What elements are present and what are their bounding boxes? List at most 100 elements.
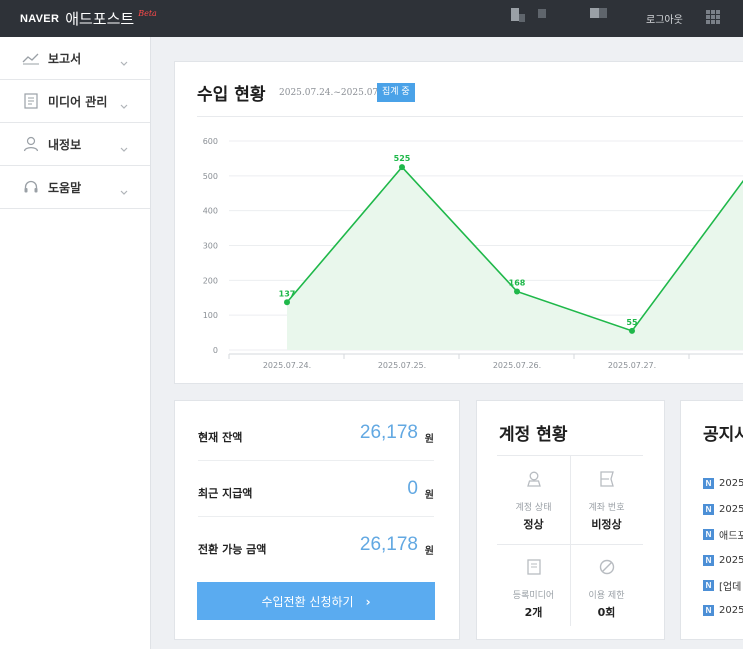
notice-item[interactable]: N 2025 — [703, 553, 743, 567]
naver-logo: NAVER — [20, 12, 60, 25]
notice-text: 애드포 — [719, 530, 743, 542]
account-label: 이용 제한 — [588, 591, 625, 601]
x-tick-label: 2025.07.25. — [378, 361, 426, 370]
sidebar-item-label: 미디어 관리 — [48, 94, 108, 109]
account-cell-media: 등록미디어 2개 — [497, 544, 570, 631]
sidebar-item-media[interactable]: 미디어 관리 — [0, 80, 150, 123]
notice-card: 공지사 N 2025 N 2025 N 애드포 N 2025 N [업데 N 2025 — [680, 400, 743, 640]
x-tick-label: 2025.07.27. — [608, 361, 656, 370]
notice-text: 2025 — [719, 477, 743, 489]
data-label: 525 — [394, 154, 411, 163]
person-icon — [525, 470, 543, 488]
area-fill — [287, 167, 743, 350]
new-badge: N — [703, 528, 714, 540]
account-status-card: 계정 현황 계정 상태 정상 계좌 번호 비정상 등록미디어 2개 이용 제한 … — [476, 400, 665, 640]
new-badge: N — [703, 503, 714, 515]
income-area-chart: 0 100 200 300 400 500 600 2025.07.24. 2025.07.25… — [203, 137, 743, 370]
sidebar-item-help[interactable]: 도움말 — [0, 166, 150, 209]
chevron-down-icon — [120, 181, 128, 200]
notice-item[interactable]: N 2025 — [703, 476, 743, 490]
balance-value: 26,178 — [359, 534, 418, 555]
sidebar-item-label: 도움말 — [48, 180, 82, 195]
account-value: 0회 — [597, 606, 616, 619]
sidebar-item-label: 보고서 — [48, 51, 82, 66]
brand-logo[interactable]: NAVER 애드포스트 Beta — [20, 8, 157, 29]
divider — [197, 116, 743, 117]
user-icon — [22, 135, 40, 153]
chevron-down-icon — [120, 52, 128, 71]
balance-unit: 원 — [424, 490, 434, 501]
notice-item[interactable]: N 애드포 — [703, 527, 743, 542]
y-tick-label: 200 — [203, 276, 218, 285]
account-cell-restriction: 이용 제한 0회 — [570, 544, 643, 631]
new-badge: N — [703, 554, 714, 566]
balance-value: 0 — [407, 478, 418, 499]
y-tick-label: 300 — [203, 242, 218, 251]
top-bar: NAVER 애드포스트 Beta 로그아웃 — [0, 0, 743, 37]
y-tick-label: 0 — [213, 346, 218, 355]
balance-row-recent-payment: 최근 지급액 0 원 — [198, 461, 434, 517]
y-tick-label: 400 — [203, 207, 218, 216]
balance-unit: 원 — [424, 546, 434, 557]
income-card: 0 100 200 300 400 500 600 2025.07.24. 2025.07.25… — [174, 61, 743, 384]
x-tick-label: 2025.07.26. — [493, 361, 541, 370]
page-title: 수입 현황 — [197, 85, 266, 105]
account-cell-status: 계정 상태 정상 — [497, 456, 570, 543]
new-badge: N — [703, 604, 714, 616]
logout-link[interactable]: 로그아웃 — [646, 11, 683, 26]
notice-title: 공지사 — [703, 425, 743, 445]
sidebar: 보고서 미디어 관리 내정보 도움말 — [0, 37, 151, 649]
balance-label: 최근 지급액 — [198, 487, 253, 500]
chevron-right-icon: › — [365, 594, 371, 609]
sidebar-item-report[interactable]: 보고서 — [0, 37, 150, 80]
data-label: 168 — [509, 278, 526, 287]
notice-text: 2025 — [719, 503, 743, 515]
notice-item[interactable]: N [업데 — [703, 578, 742, 593]
status-badge: 집계 중 — [377, 83, 415, 102]
beta-tag: Beta — [138, 9, 157, 18]
account-label: 계좌 번호 — [588, 503, 625, 513]
account-label: 계정 상태 — [515, 503, 552, 513]
product-name: 애드포스트 — [65, 10, 135, 28]
account-value: 정상 — [523, 518, 544, 531]
account-title: 계정 현황 — [499, 425, 568, 445]
data-point — [514, 288, 520, 295]
account-grid: 계정 상태 정상 계좌 번호 비정상 등록미디어 2개 이용 제한 0회 — [497, 455, 643, 626]
chevron-down-icon — [120, 138, 128, 157]
chevron-down-icon — [120, 95, 128, 114]
account-cell-bank: 계좌 번호 비정상 — [570, 456, 643, 543]
y-tick-label: 100 — [203, 311, 218, 320]
chart-line-icon — [22, 49, 40, 67]
balance-row-convertible: 전환 가능 금액 26,178 원 — [198, 517, 434, 573]
balance-label: 전환 가능 금액 — [198, 543, 267, 556]
ban-icon — [598, 558, 616, 576]
notice-text: [업데 — [719, 581, 742, 593]
data-point — [284, 299, 290, 306]
balance-label: 현재 잔액 — [198, 431, 243, 444]
balance-row-current: 현재 잔액 26,178 원 — [198, 405, 434, 461]
notice-item[interactable]: N 2025 — [703, 603, 743, 617]
convert-income-button[interactable]: 수입전환 신청하기 › — [197, 582, 435, 620]
data-point — [399, 164, 405, 171]
wallet-icon — [598, 470, 616, 488]
media-doc-icon — [525, 558, 543, 576]
account-value: 비정상 — [591, 518, 622, 531]
data-point — [629, 327, 635, 334]
headset-icon — [22, 178, 40, 196]
notice-text: 2025 — [719, 554, 743, 566]
balance-card: 현재 잔액 26,178 원 최근 지급액 0 원 전환 가능 금액 26,17… — [174, 400, 460, 640]
y-tick-label: 600 — [203, 137, 218, 146]
notice-item[interactable]: N 2025 — [703, 502, 743, 516]
sidebar-item-myinfo[interactable]: 내정보 — [0, 123, 150, 166]
balance-value: 26,178 — [359, 422, 418, 443]
balance-unit: 원 — [424, 434, 434, 445]
convert-button-label: 수입전환 신청하기 — [261, 594, 354, 609]
sidebar-item-label: 내정보 — [48, 137, 82, 152]
data-label: 137 — [279, 289, 296, 298]
x-tick-label: 2025.07.24. — [263, 361, 311, 370]
account-value: 2개 — [524, 606, 543, 619]
notice-text: 2025 — [719, 604, 743, 616]
new-badge: N — [703, 579, 714, 591]
apps-grid-icon[interactable] — [706, 10, 720, 24]
account-label: 등록미디어 — [512, 591, 555, 601]
